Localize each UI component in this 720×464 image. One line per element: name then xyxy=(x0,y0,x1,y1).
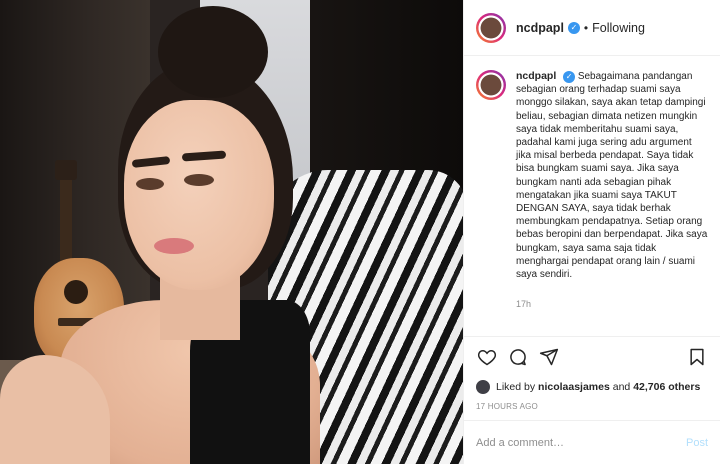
caption-body: Sebagaimana pandangan sebagian orang ter… xyxy=(516,71,708,281)
bookmark-icon[interactable] xyxy=(686,346,708,368)
comment-input[interactable] xyxy=(476,436,686,449)
likes-row: Liked by nicolaasjames and 42,706 others xyxy=(464,376,720,398)
caption-area: ncdpapl ✓ Sebagaimana pandangan sebagian… xyxy=(464,56,720,336)
hair-bun xyxy=(158,6,268,98)
header-username[interactable]: ncdpapl xyxy=(516,21,564,35)
guitar-sound-hole xyxy=(64,280,88,304)
liker-avatar[interactable] xyxy=(476,380,490,394)
following-button[interactable]: Following xyxy=(592,21,645,35)
instagram-post: ncdpapl ✓ • Following ncdpapl ✓ Sebagaim… xyxy=(0,0,720,464)
post-photo[interactable] xyxy=(0,0,463,464)
caption-username[interactable]: ncdpapl xyxy=(516,70,556,82)
caption-time[interactable]: 17h xyxy=(516,299,708,309)
eye-left xyxy=(136,178,164,190)
face xyxy=(124,100,274,290)
caption-avatar[interactable] xyxy=(476,70,506,100)
guitar-head xyxy=(55,160,77,180)
separator-dot: • xyxy=(583,20,589,35)
caption-verified-badge-icon: ✓ xyxy=(563,71,576,83)
comment-bar: Post xyxy=(464,420,720,464)
post-age[interactable]: 17 HOURS AGO xyxy=(464,398,720,420)
post-header: ncdpapl ✓ • Following xyxy=(464,0,720,56)
likes-and: and xyxy=(612,381,631,393)
caption-text: ncdpapl ✓ Sebagaimana pandangan sebagian… xyxy=(516,70,708,281)
share-icon[interactable] xyxy=(538,346,560,368)
post-side-panel: ncdpapl ✓ • Following ncdpapl ✓ Sebagaim… xyxy=(463,0,720,464)
post-comment-button[interactable]: Post xyxy=(686,437,708,449)
lips xyxy=(154,238,194,254)
verified-badge-icon: ✓ xyxy=(567,21,580,34)
heart-icon[interactable] xyxy=(476,346,498,368)
profile-avatar[interactable] xyxy=(476,12,506,43)
caption-row: ncdpapl ✓ Sebagaimana pandangan sebagian… xyxy=(476,70,708,281)
action-bar xyxy=(464,336,720,376)
comment-icon[interactable] xyxy=(507,346,529,368)
eye-right xyxy=(184,174,214,186)
likes-count[interactable]: 42,706 others xyxy=(633,381,700,393)
liker-username[interactable]: nicolaasjames xyxy=(538,381,610,393)
likes-prefix: Liked by xyxy=(496,381,536,393)
